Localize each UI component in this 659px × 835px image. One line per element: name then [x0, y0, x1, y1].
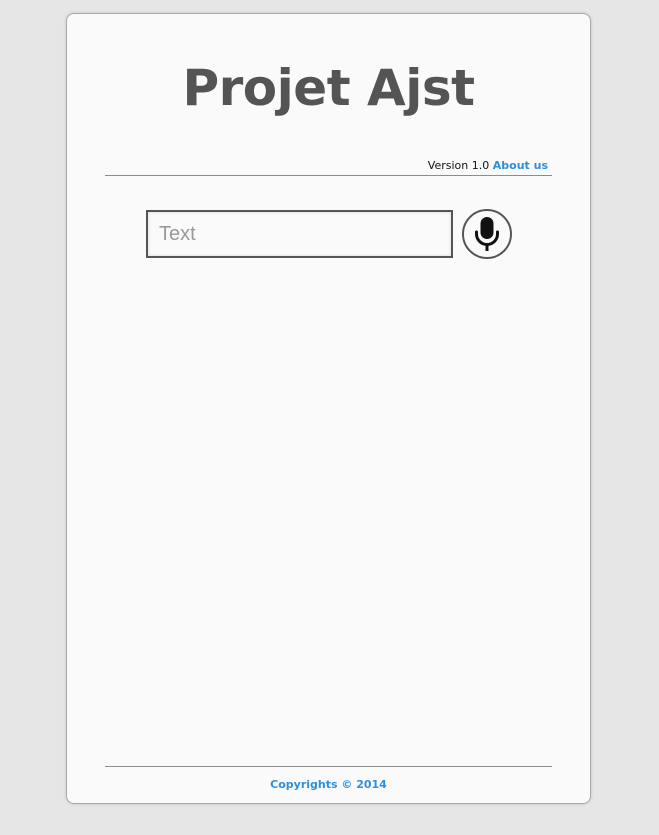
- about-us-link[interactable]: About us: [493, 159, 548, 172]
- text-input[interactable]: [146, 210, 453, 258]
- main-card: Projet Ajst Version 1.0 About us Copyrig…: [66, 13, 591, 804]
- microphone-icon: [475, 217, 499, 251]
- microphone-button[interactable]: [462, 209, 512, 259]
- footer-divider: [105, 766, 552, 767]
- header-divider: [105, 175, 552, 176]
- page-title: Projet Ajst: [182, 59, 475, 117]
- version-bar: Version 1.0 About us: [428, 159, 548, 173]
- version-label: Version 1.0: [427, 159, 490, 172]
- copyright-text: Copyrights © 2014: [270, 778, 387, 791]
